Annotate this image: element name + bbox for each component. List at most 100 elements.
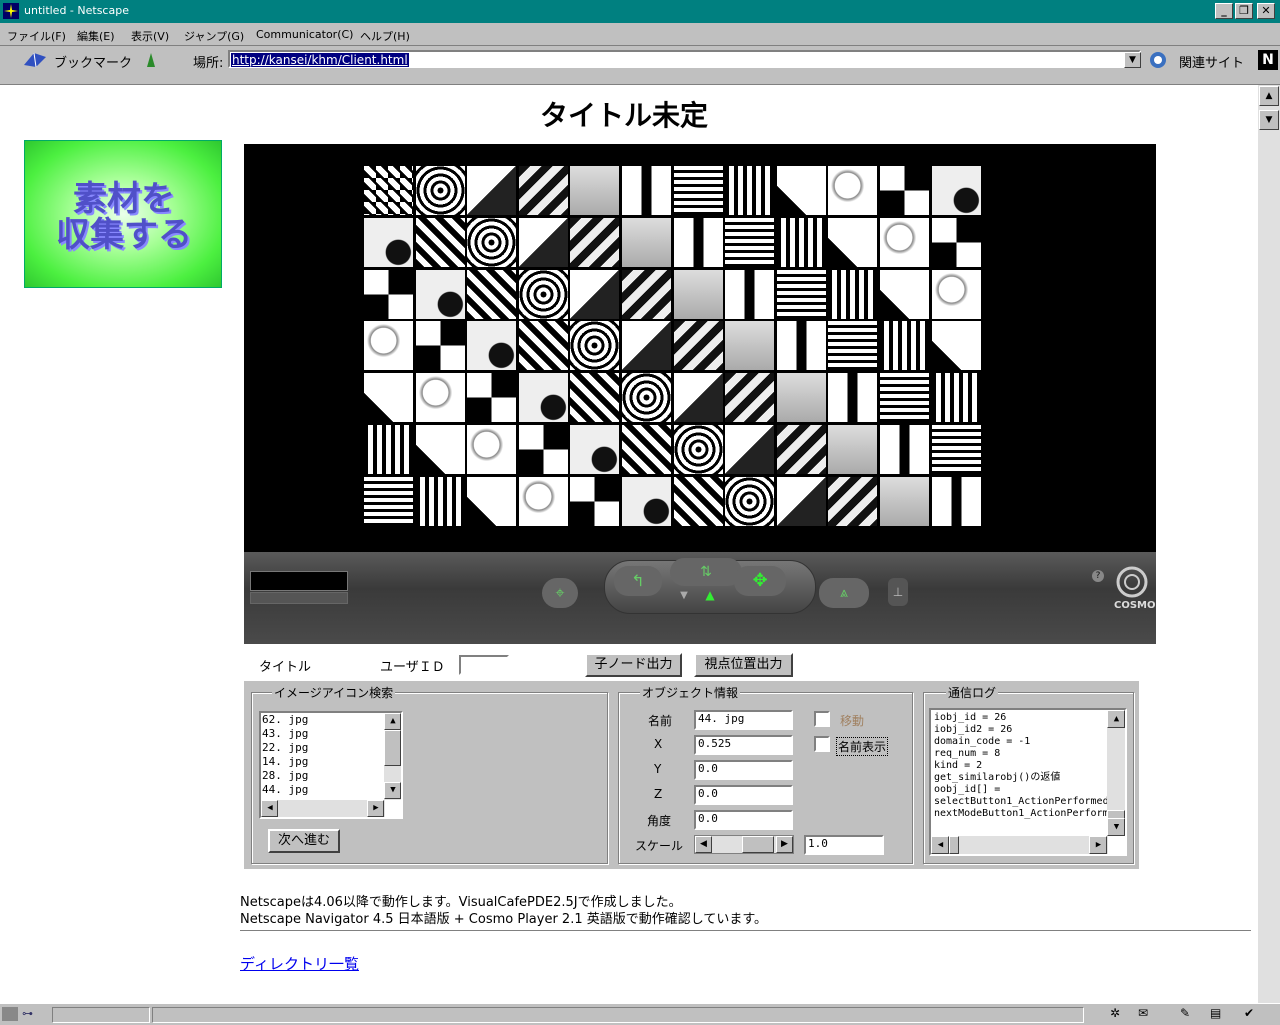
mail-icon[interactable]: ✉ [1138,1006,1148,1020]
texture-tile[interactable] [673,217,723,267]
list-scroll-right-icon[interactable]: ▶ [367,800,384,817]
texture-tile[interactable] [725,476,775,526]
scale-slider[interactable]: ◀ ▶ [694,835,794,854]
texture-tile[interactable] [364,425,413,474]
texture-tile[interactable] [725,321,775,371]
texture-tile[interactable] [622,476,671,526]
texture-tile[interactable] [931,269,981,319]
comm-log-textarea[interactable]: iobj_id = 26 iobj_id2 = 26 domain_code =… [929,708,1127,856]
list-item[interactable]: 14. jpg [261,755,401,769]
texture-tile[interactable] [725,373,775,423]
related-sites-button[interactable]: 関連サイト [1179,52,1244,71]
texture-tile[interactable] [467,217,517,267]
texture-tile[interactable] [518,217,568,267]
list-scroll-down-icon[interactable]: ▼ [384,782,401,799]
viewpoint-output-button[interactable]: 視点位置出力 [694,653,793,677]
texture-tile[interactable] [415,373,465,423]
texture-tile[interactable] [518,269,568,319]
texture-tile[interactable] [467,269,517,319]
texture-tile[interactable] [415,476,465,526]
texture-tile[interactable] [364,269,413,319]
security-lock-icon[interactable] [2,1007,18,1021]
texture-tile[interactable] [828,166,878,215]
next-viewpoint-icon[interactable]: ▲ [700,588,720,604]
seek-icon[interactable]: ⌖ [542,578,578,608]
texture-tile[interactable] [776,166,826,215]
texture-tile[interactable] [880,217,929,267]
texture-tile[interactable] [725,269,775,319]
navigator-icon[interactable]: ✲ [1110,1006,1120,1020]
help-icon[interactable]: ? [1092,570,1104,582]
texture-tile[interactable] [673,476,723,526]
texture-tile[interactable] [931,321,981,371]
scroll-up-icon[interactable]: ▲ [1259,86,1279,106]
texture-tile[interactable] [467,476,517,526]
close-button[interactable]: ✕ [1257,3,1275,19]
viewpoint-display[interactable] [250,571,348,591]
menu-edit[interactable]: 編集(E) [77,28,115,44]
menu-help[interactable]: ヘルプ(H) [360,28,410,44]
component-bar-icon[interactable]: ✔ [1244,1006,1254,1020]
directory-list-link[interactable]: ディレクトリ一覧 [240,953,359,974]
texture-tile[interactable] [828,425,878,474]
texture-tile[interactable] [518,321,568,371]
list-item[interactable]: 28. jpg [261,769,401,783]
texture-tile[interactable] [518,166,568,215]
x-field[interactable]: 0.525 [694,735,793,755]
next-button[interactable]: 次へ進む [268,829,340,853]
collect-materials-button[interactable]: 素材を 収集する [24,140,222,288]
texture-tile[interactable] [776,269,826,319]
texture-tile[interactable] [931,476,981,526]
texture-tile[interactable] [931,217,981,267]
texture-tile[interactable] [570,425,620,474]
previous-viewpoint-icon[interactable]: ▼ [674,590,694,606]
list-item[interactable]: 62. jpg [261,713,401,727]
texture-tile[interactable] [880,321,929,371]
texture-tile[interactable] [880,476,929,526]
texture-tile[interactable] [828,476,878,526]
texture-tile[interactable] [828,321,878,371]
texture-tile[interactable] [364,217,413,267]
scale-field[interactable]: 1.0 [804,835,884,855]
texture-tile[interactable] [570,476,620,526]
texture-tile[interactable] [415,425,465,474]
angle-field[interactable]: 0.0 [694,810,793,830]
texture-tile[interactable] [622,217,671,267]
texture-tile[interactable] [828,217,878,267]
move-checkbox[interactable] [814,711,830,727]
texture-tile[interactable] [776,476,826,526]
toolbar-collapse-tabs[interactable] [0,74,1280,85]
scale-increase-icon[interactable]: ▶ [776,836,793,853]
url-input[interactable]: http://kansei/khm/Client.html [228,50,1141,68]
texture-tile[interactable] [570,321,620,371]
texture-tile[interactable] [828,269,878,319]
texture-tile[interactable] [570,166,620,215]
texture-tile[interactable] [673,321,723,371]
texture-tile[interactable] [776,373,826,423]
minimize-button[interactable]: _ [1215,3,1233,19]
menu-go[interactable]: ジャンプ(G) [184,28,244,44]
texture-tile[interactable] [622,425,671,474]
log-scroll-left-icon[interactable]: ◀ [931,836,949,854]
texture-tile[interactable] [364,321,413,371]
bookmarks-button[interactable]: ブックマーク [54,52,132,71]
user-id-input[interactable] [459,655,509,675]
texture-tile[interactable] [518,476,568,526]
list-scroll-up-icon[interactable]: ▲ [384,713,401,730]
log-scroll-right-icon[interactable]: ▶ [1089,836,1107,854]
texture-tile[interactable] [415,269,465,319]
texture-tile[interactable] [931,425,981,474]
texture-tile[interactable] [828,373,878,423]
texture-tile[interactable] [776,425,826,474]
list-item[interactable]: 44. jpg [261,783,401,797]
texture-tile[interactable] [931,373,981,423]
image-icon-grid[interactable] [364,166,984,528]
menu-communicator[interactable]: Communicator(C) [256,28,353,41]
page-proxy-icon[interactable] [143,51,159,69]
scale-slider-thumb[interactable] [742,836,774,853]
texture-tile[interactable] [364,373,413,423]
texture-tile[interactable] [776,321,826,371]
texture-tile[interactable] [725,425,775,474]
scroll-down-icon[interactable]: ▼ [1259,110,1279,130]
z-field[interactable]: 0.0 [694,785,793,805]
